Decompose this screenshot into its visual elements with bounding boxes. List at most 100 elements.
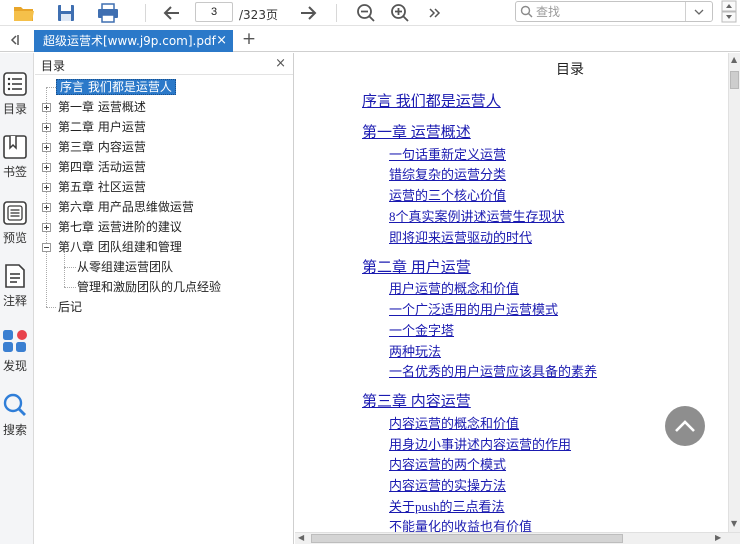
zoom-in-icon bbox=[391, 4, 409, 22]
horizontal-scroll-thumb[interactable] bbox=[311, 534, 623, 543]
outline-item-label: 第三章 内容运营 bbox=[58, 140, 146, 154]
scroll-right-arrow-icon[interactable]: ▶ bbox=[715, 533, 721, 543]
next-page-button[interactable] bbox=[296, 2, 320, 24]
expand-toggle[interactable] bbox=[42, 223, 51, 232]
chevron-up-icon bbox=[675, 420, 695, 432]
document-tab[interactable]: 超级运营术[www.j9p.com].pdf × bbox=[34, 30, 233, 52]
toc-link[interactable]: 第二章 用户运营 bbox=[362, 256, 471, 277]
prev-page-button[interactable] bbox=[160, 2, 184, 24]
save-button[interactable] bbox=[54, 2, 78, 24]
search-box[interactable] bbox=[515, 1, 713, 22]
discover-icon bbox=[3, 330, 27, 352]
annotation-icon bbox=[5, 264, 25, 288]
outline-item-label: 序言 我们都是运营人 bbox=[56, 79, 176, 95]
back-to-top-button[interactable] bbox=[665, 406, 705, 446]
outline-item-chapter-7[interactable]: 第七章 运营进阶的建议 bbox=[58, 218, 182, 236]
open-folder-button[interactable] bbox=[12, 2, 36, 24]
toolbar-scroll[interactable] bbox=[718, 0, 740, 24]
outline-item-build-team[interactable]: 从零组建运营团队 bbox=[77, 258, 173, 276]
toc-link[interactable]: 运营的三个核心价值 bbox=[389, 185, 506, 204]
outline-item-label: 第六章 用产品思维做运营 bbox=[58, 200, 194, 214]
toc-link[interactable]: 内容运营的实操方法 bbox=[389, 475, 506, 494]
search-options-dropdown[interactable] bbox=[685, 2, 712, 21]
outline-item-chapter-5[interactable]: 第五章 社区运营 bbox=[58, 178, 146, 196]
expand-toggle[interactable] bbox=[42, 203, 51, 212]
rail-item-preview[interactable]: 预览 bbox=[0, 200, 34, 250]
toc-link[interactable]: 内容运营的两个模式 bbox=[389, 454, 506, 473]
page-number-input[interactable] bbox=[195, 2, 233, 22]
expand-toggle[interactable] bbox=[42, 143, 51, 152]
tree-guide-line bbox=[64, 251, 65, 287]
scroll-down-arrow-icon[interactable]: ▼ bbox=[731, 519, 737, 529]
collapse-toggle[interactable] bbox=[42, 243, 51, 252]
page-total: /323页 bbox=[239, 8, 278, 22]
zoom-out-button[interactable] bbox=[354, 2, 378, 24]
toc-link[interactable]: 内容运营的概念和价值 bbox=[389, 413, 519, 432]
toc-link[interactable]: 第三章 内容运营 bbox=[362, 390, 471, 411]
horizontal-scrollbar[interactable]: ◀ ▶ bbox=[295, 532, 740, 544]
close-tab-button[interactable]: × bbox=[216, 30, 227, 52]
expand-toggle[interactable] bbox=[42, 163, 51, 172]
toc-link[interactable]: 两种玩法 bbox=[389, 341, 441, 360]
zoom-in-button[interactable] bbox=[388, 2, 412, 24]
toc-link[interactable]: 一名优秀的用户运营应该具备的素养 bbox=[389, 361, 597, 380]
outline-item-label: 从零组建运营团队 bbox=[77, 260, 174, 274]
expand-toggle[interactable] bbox=[42, 183, 51, 192]
arrow-left-icon bbox=[163, 6, 179, 20]
rail-item-toc[interactable]: 目录 bbox=[0, 71, 34, 121]
toc-link[interactable]: 第一章 运营概述 bbox=[362, 121, 471, 142]
outline-header: 目录 × bbox=[35, 53, 293, 75]
main-toolbar: /323页 bbox=[0, 0, 740, 26]
outline-item-label: 第八章 团队组建和管理 bbox=[58, 240, 182, 254]
toc-link[interactable]: 一个金字塔 bbox=[389, 320, 454, 339]
scroll-left-arrow-icon[interactable]: ◀ bbox=[298, 533, 304, 543]
toc-link[interactable]: 即将迎来运营驱动的时代 bbox=[389, 227, 532, 246]
outline-item-chapter-4[interactable]: 第四章 活动运营 bbox=[58, 158, 146, 176]
more-tools-button[interactable] bbox=[422, 2, 446, 24]
toc-link[interactable]: 用户运营的概念和价值 bbox=[389, 278, 519, 297]
search-icon bbox=[520, 5, 533, 18]
expand-toggle[interactable] bbox=[42, 103, 51, 112]
vertical-scrollbar[interactable]: ▲ ▼ bbox=[728, 53, 740, 532]
double-chevron-right-icon bbox=[429, 8, 441, 18]
outline-item-preface[interactable]: 序言 我们都是运营人 bbox=[56, 78, 176, 96]
toc-link[interactable]: 一个广泛适用的用户运营模式 bbox=[389, 299, 558, 318]
outline-item-afterword[interactable]: 后记 bbox=[58, 298, 82, 316]
outline-item-chapter-6[interactable]: 第六章 用产品思维做运营 bbox=[58, 198, 194, 216]
new-tab-button[interactable]: + bbox=[240, 30, 258, 50]
toc-link[interactable]: 不能量化的收益也有价值 bbox=[389, 516, 532, 532]
outline-title: 目录 bbox=[41, 59, 66, 73]
scroll-up-arrow-icon[interactable]: ▲ bbox=[731, 55, 737, 65]
toc-link[interactable]: 用身边小事讲述内容运营的作用 bbox=[389, 434, 571, 453]
document-page-title: 目录 bbox=[556, 62, 584, 78]
toc-link[interactable]: 序言 我们都是运营人 bbox=[362, 90, 501, 111]
tree-guide-line bbox=[46, 87, 47, 307]
rail-label-preview: 预览 bbox=[2, 231, 27, 245]
search-input[interactable] bbox=[536, 4, 676, 19]
expand-toggle[interactable] bbox=[42, 123, 51, 132]
toc-link[interactable]: 关于push的三点看法 bbox=[389, 496, 505, 515]
outline-item-label: 第五章 社区运营 bbox=[58, 180, 146, 194]
rail-item-annotation[interactable]: 注释 bbox=[0, 263, 34, 313]
collapse-left-icon bbox=[10, 35, 19, 45]
vertical-scroll-thumb[interactable] bbox=[730, 71, 739, 89]
collapse-sidebar-button[interactable] bbox=[4, 30, 24, 50]
close-outline-button[interactable]: × bbox=[275, 56, 286, 71]
bookmark-icon bbox=[3, 135, 27, 159]
side-rail: 目录 书签 预览 注释 发现 搜索 bbox=[0, 53, 34, 544]
outline-item-chapter-3[interactable]: 第三章 内容运营 bbox=[58, 138, 146, 156]
outline-item-chapter-8[interactable]: 第八章 团队组建和管理 bbox=[58, 238, 182, 256]
outline-item-label: 第七章 运营进阶的建议 bbox=[58, 220, 182, 234]
rail-item-discover[interactable]: 发现 bbox=[0, 328, 34, 378]
toc-link[interactable]: 错综复杂的运营分类 bbox=[389, 164, 506, 183]
outline-item-chapter-2[interactable]: 第二章 用户运营 bbox=[58, 118, 146, 136]
toc-link[interactable]: 8个真实案例讲述运营生存现状 bbox=[389, 206, 565, 225]
outline-item-chapter-1[interactable]: 第一章 运营概述 bbox=[58, 98, 146, 116]
outline-item-manage-team[interactable]: 管理和激励团队的几点经验 bbox=[77, 278, 221, 296]
rail-item-bookmark[interactable]: 书签 bbox=[0, 134, 34, 184]
rail-label-annotation: 注释 bbox=[2, 294, 27, 308]
document-view[interactable]: 目录 序言 我们都是运营人 第一章 运营概述 一句话重新定义运营 错综复杂的运营… bbox=[295, 53, 728, 532]
rail-item-search[interactable]: 搜索 bbox=[0, 392, 34, 442]
print-button[interactable] bbox=[96, 2, 120, 24]
toc-link[interactable]: 一句话重新定义运营 bbox=[389, 144, 506, 163]
